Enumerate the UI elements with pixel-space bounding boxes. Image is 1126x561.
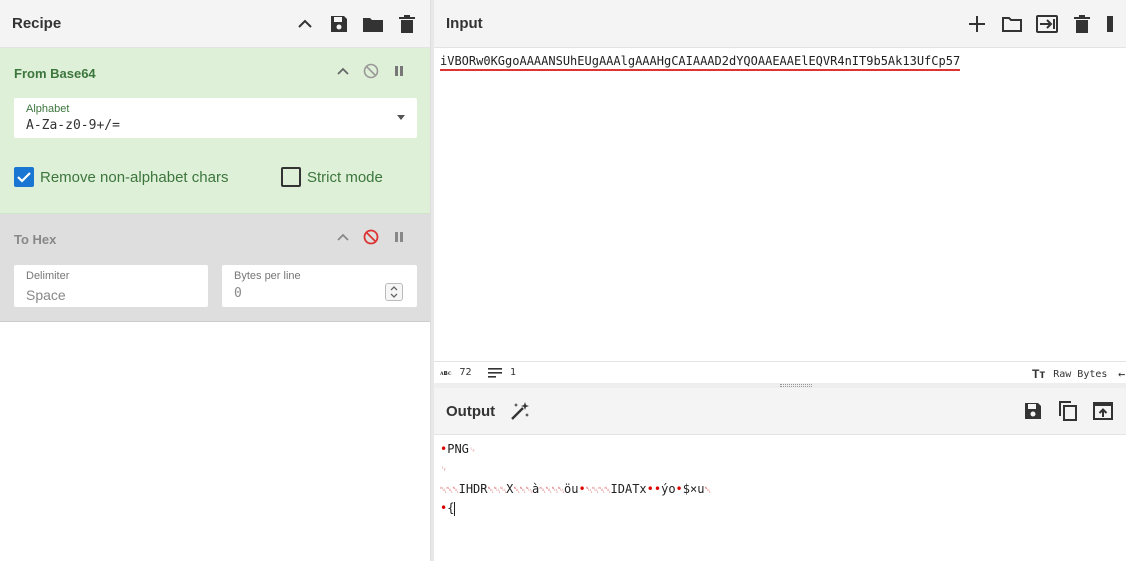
delimiter-field[interactable]: Delimiter Space xyxy=(14,265,208,307)
checkbox-unchecked-icon xyxy=(281,167,301,187)
output-text: öu xyxy=(564,482,579,496)
checkbox-checked-icon xyxy=(14,167,34,187)
recipe-pane: Recipe From Base64 Alphabet A-Za-z0-9+/=… xyxy=(0,0,431,561)
alphabet-label: Alphabet xyxy=(26,103,70,115)
eol-selector[interactable]: ← xyxy=(1118,367,1125,381)
save-icon[interactable] xyxy=(328,13,350,35)
plus-icon[interactable] xyxy=(966,13,988,35)
output-line: ␀␀␀IHDR␀␀␀X␀␀␀à␀␀␀␀öu•␀␀␀␀IDATx••ýo•$×u␀ xyxy=(440,482,712,496)
op-title: To Hex xyxy=(14,232,57,247)
encoding-selector[interactable]: Tт Raw Bytes xyxy=(1032,367,1107,381)
text-length-icon: ᴀʙᴄ xyxy=(440,368,452,377)
disable-icon[interactable] xyxy=(362,62,380,80)
control-char-icon: ␀␀␀␀ xyxy=(585,486,612,496)
output-line: •{ xyxy=(440,501,456,516)
trash-icon[interactable] xyxy=(1071,13,1093,35)
lines-icon xyxy=(488,367,502,378)
op-title: From Base64 xyxy=(14,66,96,81)
output-toolbar xyxy=(1022,400,1114,422)
import-icon[interactable] xyxy=(1036,13,1058,35)
output-text: $×u xyxy=(682,482,705,496)
cyberchef-app: Recipe From Base64 Alphabet A-Za-z0-9+/=… xyxy=(0,0,1126,561)
recipe-title: Recipe xyxy=(12,15,62,32)
pause-icon[interactable] xyxy=(390,228,408,246)
input-pane: Input iVBORw0KGgoAAAANSUhEUgAAAlgAAAHgCA… xyxy=(434,0,1126,383)
length-value: 72 xyxy=(459,367,472,378)
output-line: •PNG␊ xyxy=(440,442,476,456)
layout-icon[interactable] xyxy=(1106,13,1114,35)
delimiter-value: Space xyxy=(26,287,66,303)
pause-icon[interactable] xyxy=(390,62,408,80)
copy-icon[interactable] xyxy=(1057,400,1079,422)
op-controls xyxy=(334,228,408,246)
control-char-icon: •• xyxy=(646,482,662,496)
lines-stat: 1 xyxy=(488,367,516,378)
text-size-icon: Tт xyxy=(1032,367,1046,381)
output-text: ýo xyxy=(661,482,676,496)
bytes-per-line-field[interactable]: Bytes per line 0 xyxy=(222,265,417,307)
input-header: Input xyxy=(434,0,1126,48)
folder-icon[interactable] xyxy=(362,13,384,35)
trash-icon[interactable] xyxy=(396,13,418,35)
output-text: IHDR xyxy=(458,482,488,496)
encoding-value: Raw Bytes xyxy=(1053,368,1108,380)
recipe-toolbar xyxy=(294,13,418,35)
output-header: Output xyxy=(434,388,1126,435)
input-title: Input xyxy=(446,15,483,32)
bytes-per-line-value: 0 xyxy=(234,286,242,301)
control-char-icon: • xyxy=(675,482,683,496)
input-toolbar xyxy=(966,13,1114,35)
op-controls xyxy=(334,62,408,80)
output-text: PNG xyxy=(447,442,469,456)
alphabet-dropdown[interactable]: Alphabet A-Za-z0-9+/= xyxy=(14,98,417,138)
delimiter-label: Delimiter xyxy=(26,270,70,282)
control-char-icon: • xyxy=(578,482,586,496)
output-title-group: Output xyxy=(446,400,531,422)
arrow-left-icon: ← xyxy=(1118,367,1126,381)
control-char-icon: ␊ xyxy=(440,465,447,475)
chevron-up-icon[interactable] xyxy=(334,228,352,246)
alphabet-value: A-Za-z0-9+/= xyxy=(26,118,120,133)
magic-wand-icon[interactable] xyxy=(509,400,531,422)
drag-grip[interactable] xyxy=(780,384,812,387)
control-char-icon: ␀␀␀ xyxy=(513,486,533,496)
chevron-up-icon[interactable] xyxy=(334,62,352,80)
remove-non-alphabet-checkbox[interactable]: Remove non-alphabet chars xyxy=(14,167,228,187)
control-char-icon: ␀␀␀␀ xyxy=(539,486,565,496)
text-cursor xyxy=(454,501,456,516)
number-stepper[interactable] xyxy=(385,283,403,301)
remove-non-alphabet-label: Remove non-alphabet chars xyxy=(40,168,229,186)
input-status-bar: ᴀʙᴄ 72 1 Tт Raw Bytes ← xyxy=(434,361,1126,383)
output-line: ␊ xyxy=(440,461,447,475)
length-stat: ᴀʙᴄ 72 xyxy=(440,367,472,378)
bytes-per-line-label: Bytes per line xyxy=(234,270,301,282)
output-title: Output xyxy=(446,402,496,420)
chevron-up-icon[interactable] xyxy=(294,13,316,35)
control-char-icon: ␊ xyxy=(468,446,476,456)
recipe-header: Recipe xyxy=(0,0,430,48)
control-char-icon: ␀␀␀ xyxy=(440,486,460,496)
operation-from-base64: From Base64 Alphabet A-Za-z0-9+/= Remove… xyxy=(0,48,430,214)
chevron-down-icon xyxy=(397,115,405,120)
input-textarea[interactable]: iVBORw0KGgoAAAANSUhEUgAAAlgAAAHgCAIAAAD2… xyxy=(440,54,961,71)
folder-icon[interactable] xyxy=(1001,13,1023,35)
control-char-icon: ␀␀␀ xyxy=(487,486,508,496)
strict-mode-checkbox[interactable]: Strict mode xyxy=(281,167,383,187)
output-text: { xyxy=(447,501,455,515)
replace-input-icon[interactable] xyxy=(1092,400,1114,422)
control-char-icon: ␀ xyxy=(704,486,711,496)
strict-mode-label: Strict mode xyxy=(307,168,383,186)
disable-icon[interactable] xyxy=(362,228,380,246)
lines-value: 1 xyxy=(510,367,517,378)
output-text: IDATx xyxy=(610,482,647,496)
save-icon[interactable] xyxy=(1022,400,1044,422)
output-pane: Output •PNG␊ ␊ ␀␀␀IHDR␀␀␀X␀␀␀à␀␀␀␀öu•␀␀␀… xyxy=(434,388,1126,561)
operation-to-hex: To Hex Delimiter Space Bytes per line 0 xyxy=(0,214,430,322)
